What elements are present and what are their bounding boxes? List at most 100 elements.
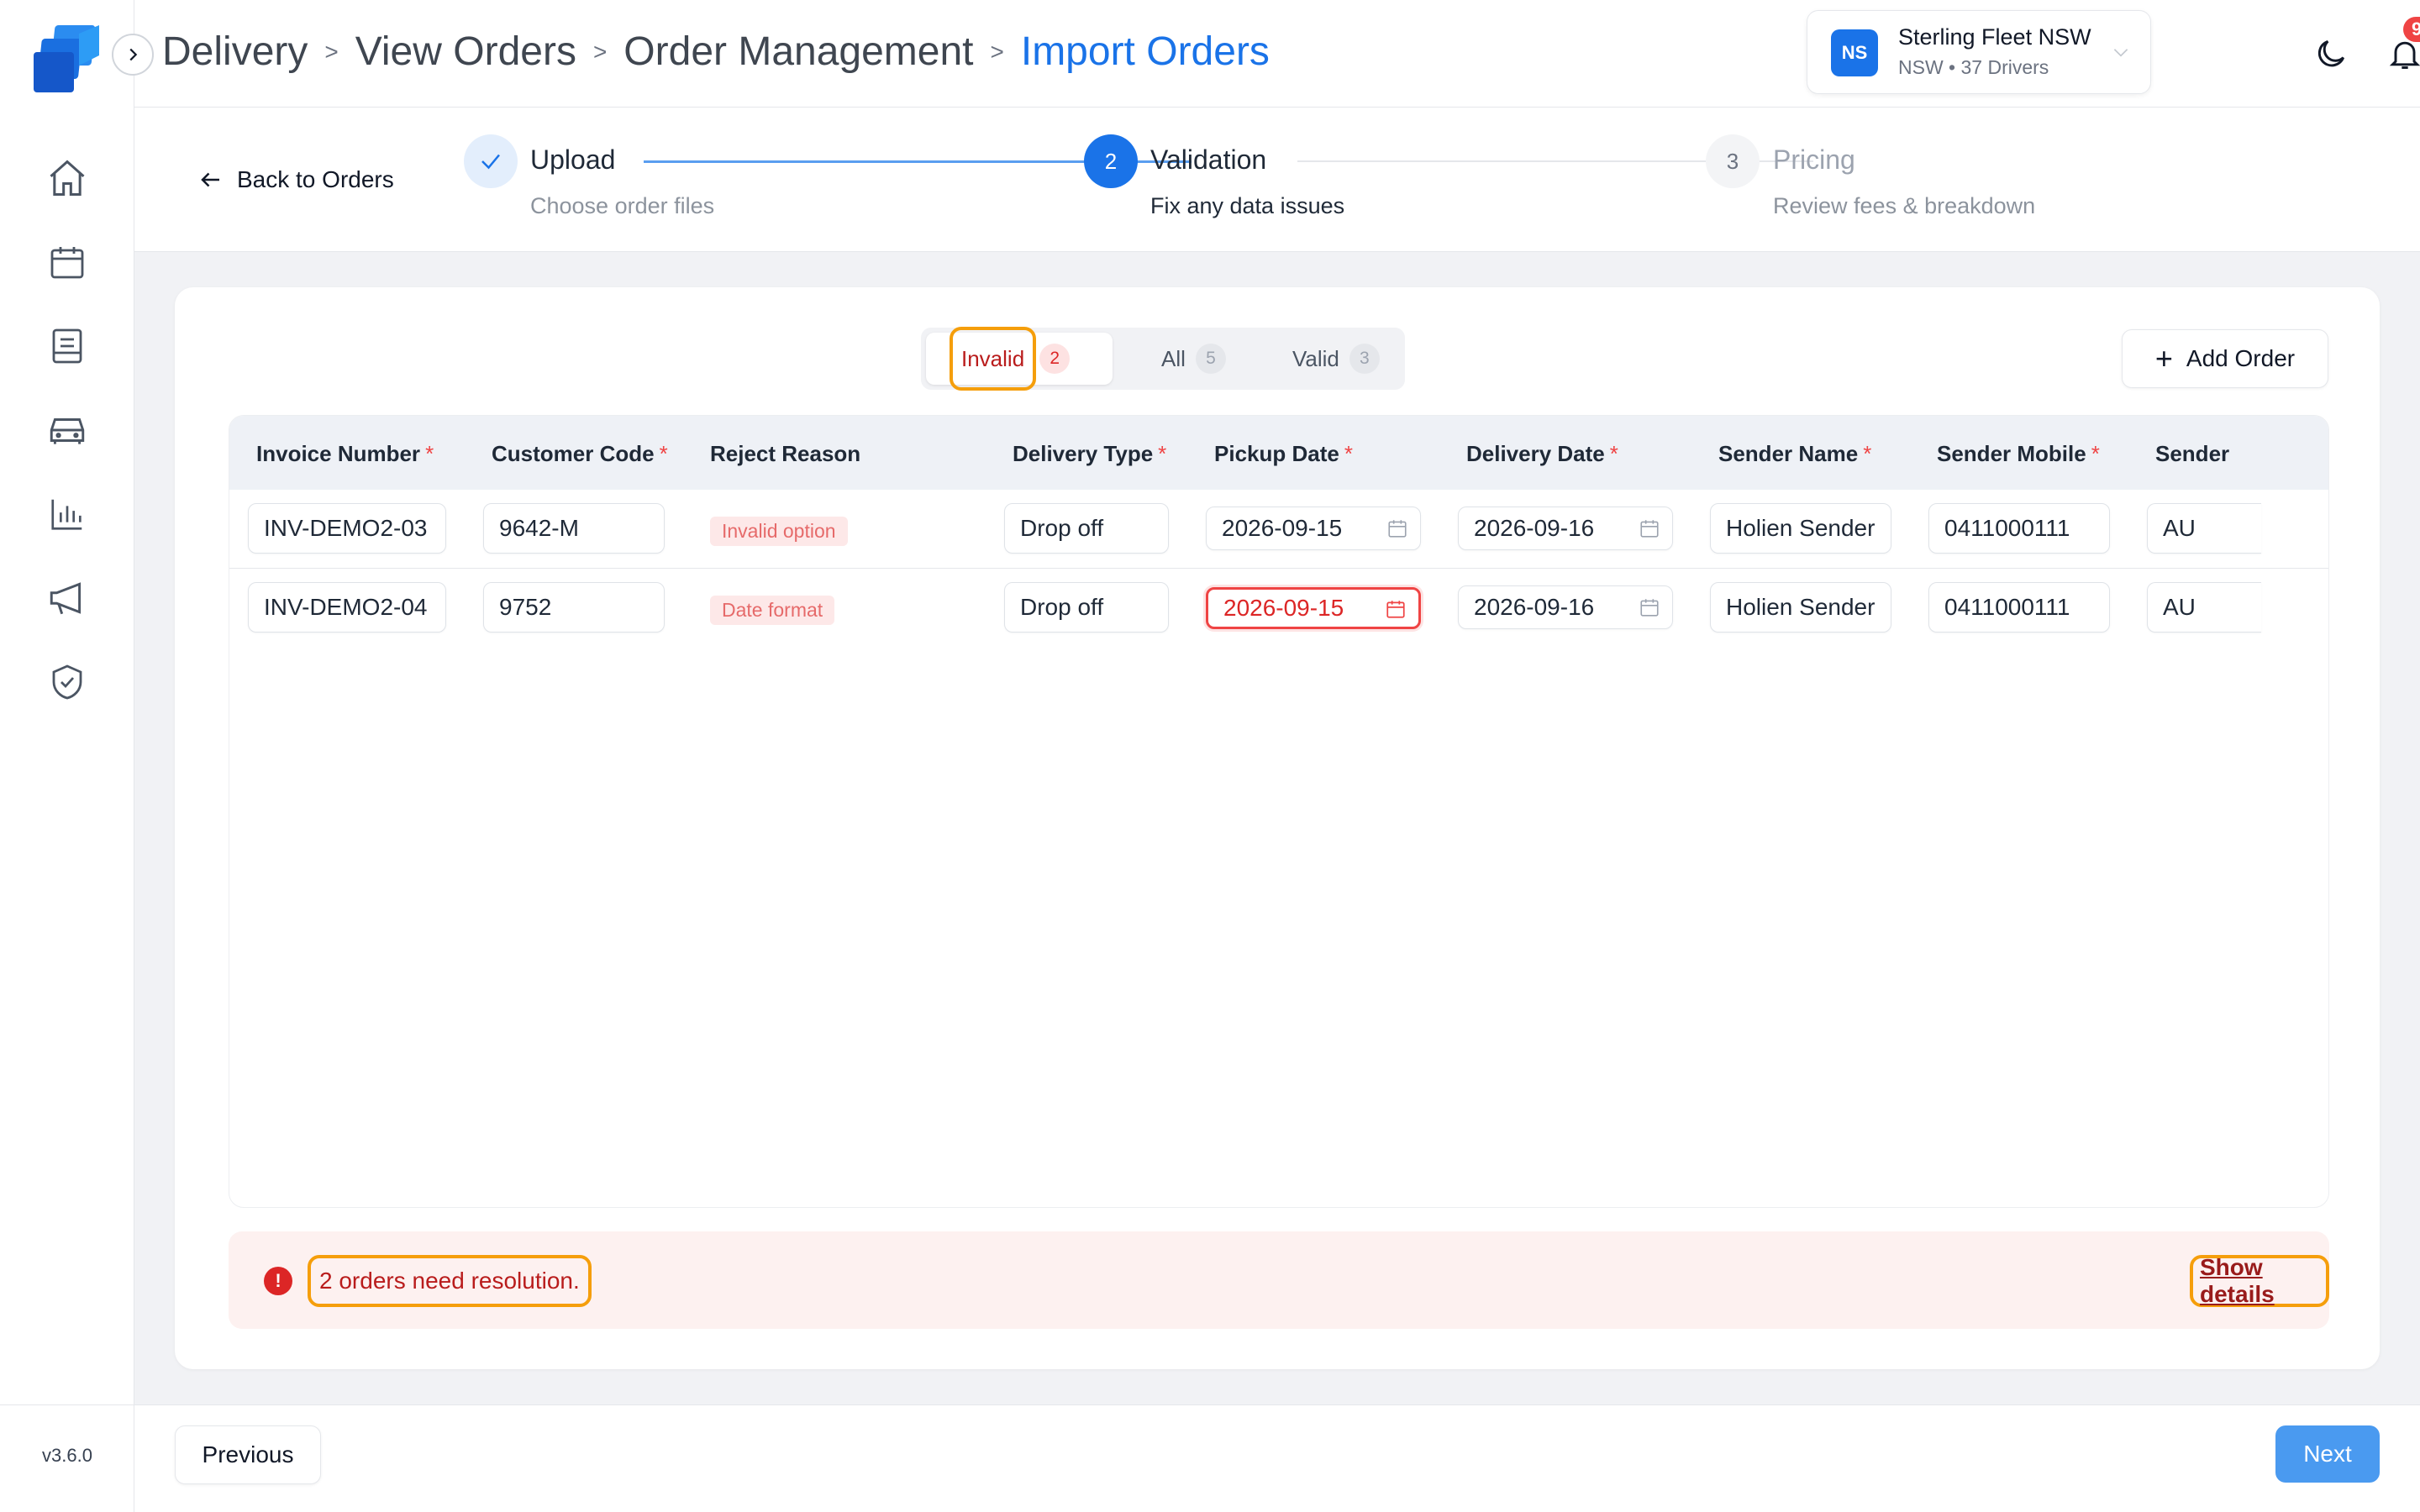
delivery-type-select[interactable]: Drop off: [1004, 582, 1169, 633]
column-header: Sender: [2155, 441, 2230, 466]
next-button[interactable]: Next: [2275, 1425, 2380, 1483]
sender-mobile-field[interactable]: 0411000111: [1928, 503, 2110, 554]
column-header: Pickup Date *: [1214, 441, 1353, 466]
nav-analytics[interactable]: [44, 491, 91, 538]
table-header: Invoice Number * Customer Code * Reject Re…: [229, 416, 2328, 490]
breadcrumb-order-management[interactable]: Order Management: [623, 29, 973, 75]
nav-calendar[interactable]: [44, 239, 91, 286]
resolution-alert: ! 2 orders need resolution. Show details: [229, 1231, 2329, 1329]
breadcrumb-separator: >: [592, 38, 608, 65]
org-name: Sterling Fleet NSW: [1898, 24, 2091, 50]
sidebar: v3.6.0: [0, 0, 134, 1512]
invoice-number-field[interactable]: INV-DEMO2-04: [248, 582, 446, 633]
previous-button[interactable]: Previous: [175, 1425, 321, 1484]
dark-mode-icon[interactable]: [2312, 35, 2349, 72]
step-validation-title: Validation: [1150, 144, 1267, 175]
app-version: v3.6.0: [42, 1445, 92, 1466]
nav-compliance[interactable]: [44, 659, 91, 706]
nav-orders[interactable]: [44, 323, 91, 370]
filter-tab-all[interactable]: All 5: [1126, 333, 1252, 385]
customer-code-field[interactable]: 9752: [483, 582, 665, 633]
delivery-date-value: 2026-09-16: [1474, 515, 1595, 541]
reject-reason-badge: Date format: [710, 596, 835, 625]
org-avatar: NS: [1831, 29, 1878, 76]
sender-name-field[interactable]: Holien Sender: [1710, 582, 1891, 633]
show-details-link[interactable]: Show details: [2190, 1254, 2329, 1307]
error-icon: !: [264, 1267, 292, 1295]
column-header: Sender Name *: [1718, 441, 1872, 466]
org-switcher[interactable]: NS Sterling Fleet NSW NSW • 37 Drivers: [1807, 10, 2151, 94]
breadcrumb-separator: >: [990, 38, 1004, 65]
plus-icon: +: [2154, 341, 2173, 375]
sender-country-field[interactable]: AU: [2147, 503, 2261, 554]
filter-tab-valid-label: Valid: [1292, 345, 1339, 371]
column-header: Reject Reason: [710, 441, 861, 466]
app-logo[interactable]: [30, 22, 104, 96]
pickup-date-value: 2026-09-15: [1223, 595, 1344, 621]
delivery-date-value: 2026-09-16: [1474, 594, 1595, 620]
column-header: Invoice Number *: [256, 441, 434, 466]
delivery-date-field[interactable]: 2026-09-16: [1458, 507, 1673, 550]
orders-table: Invoice Number * Customer Code * Reject Re…: [229, 415, 2329, 1208]
back-to-orders-label: Back to Orders: [237, 166, 394, 192]
delivery-type-select[interactable]: Drop off: [1004, 503, 1169, 554]
add-order-button[interactable]: + Add Order: [2122, 329, 2328, 388]
filter-tab-invalid-label: Invalid: [950, 327, 1037, 391]
breadcrumb-delivery[interactable]: Delivery: [162, 29, 308, 75]
alert-message: 2 orders need resolution.: [308, 1255, 592, 1307]
sender-name-field[interactable]: Holien Sender: [1710, 503, 1891, 554]
step-pricing-description: Review fees & breakdown: [1773, 193, 2036, 218]
filter-count-valid: 3: [1349, 344, 1380, 374]
breadcrumb-current: Import Orders: [1020, 29, 1270, 74]
sender-country-field[interactable]: AU: [2147, 582, 2261, 633]
nav-vehicles[interactable]: [44, 407, 91, 454]
column-header: Delivery Date *: [1466, 441, 1618, 466]
filter-count-all: 5: [1195, 344, 1226, 374]
import-stepper: Back to Orders Upload Choose order files…: [134, 108, 2420, 252]
validation-card: Invalid 2 All 5 Valid 3 + Add Order Invo…: [175, 287, 2380, 1369]
step-pricing-number: 3: [1706, 134, 1760, 188]
delivery-date-field[interactable]: 2026-09-16: [1458, 585, 1673, 629]
filter-tab-invalid[interactable]: Invalid 2: [926, 327, 1113, 391]
nav-home[interactable]: [44, 155, 91, 202]
arrow-left-icon: [201, 172, 219, 187]
pickup-date-field[interactable]: 2026-09-15: [1206, 587, 1421, 629]
org-subtitle: NSW • 37 Drivers: [1898, 56, 2049, 78]
column-header: Customer Code *: [492, 441, 668, 466]
column-header: Delivery Type *: [1013, 441, 1167, 466]
table-row: INV-DEMO2-03 9642-M Invalid option Drop …: [229, 490, 2328, 569]
table-row: INV-DEMO2-04 9752 Date format Drop off 2…: [229, 569, 2328, 648]
calendar-icon[interactable]: [1385, 598, 1407, 620]
filter-segmented-control: Invalid 2 All 5 Valid 3: [921, 327, 1405, 391]
nav-announcements[interactable]: [44, 575, 91, 622]
chevron-down-icon: [2113, 49, 2128, 57]
footer-bar: Previous Next: [134, 1404, 2420, 1512]
sidebar-expand-button[interactable]: [112, 34, 154, 76]
invoice-number-field[interactable]: INV-DEMO2-03: [248, 503, 446, 554]
step-validation-description: Fix any data issues: [1150, 193, 1345, 218]
customer-code-field[interactable]: 9642-M: [483, 503, 665, 554]
back-to-orders-link[interactable]: Back to Orders: [198, 166, 394, 193]
calendar-icon[interactable]: [1639, 517, 1660, 539]
sidebar-divider: [0, 1404, 134, 1405]
calendar-icon[interactable]: [1386, 517, 1408, 539]
filter-count-invalid: 2: [1039, 344, 1071, 374]
filter-tab-valid[interactable]: Valid 3: [1257, 333, 1400, 385]
step-upload-description: Choose order files: [530, 193, 715, 218]
breadcrumb-view-orders[interactable]: View Orders: [355, 29, 576, 75]
sender-mobile-field[interactable]: 0411000111: [1928, 582, 2110, 633]
column-header: Sender Mobile *: [1937, 441, 2100, 466]
step-upload-check-icon: [464, 134, 518, 188]
breadcrumb: Delivery > View Orders > Order Managemen…: [162, 29, 1270, 75]
calendar-icon[interactable]: [1639, 596, 1660, 618]
step-pricing-title: Pricing: [1773, 144, 1855, 175]
breadcrumb-separator: >: [324, 38, 339, 65]
step-validation-number: 2: [1084, 134, 1138, 188]
reject-reason-badge: Invalid option: [710, 517, 848, 546]
filter-tab-all-label: All: [1161, 345, 1186, 371]
step-upload-title: Upload: [530, 144, 616, 175]
top-header: Delivery > View Orders > Order Managemen…: [134, 0, 2420, 108]
pickup-date-field[interactable]: 2026-09-15: [1206, 507, 1421, 550]
pickup-date-value: 2026-09-15: [1222, 515, 1343, 541]
add-order-label: Add Order: [2186, 345, 2296, 371]
